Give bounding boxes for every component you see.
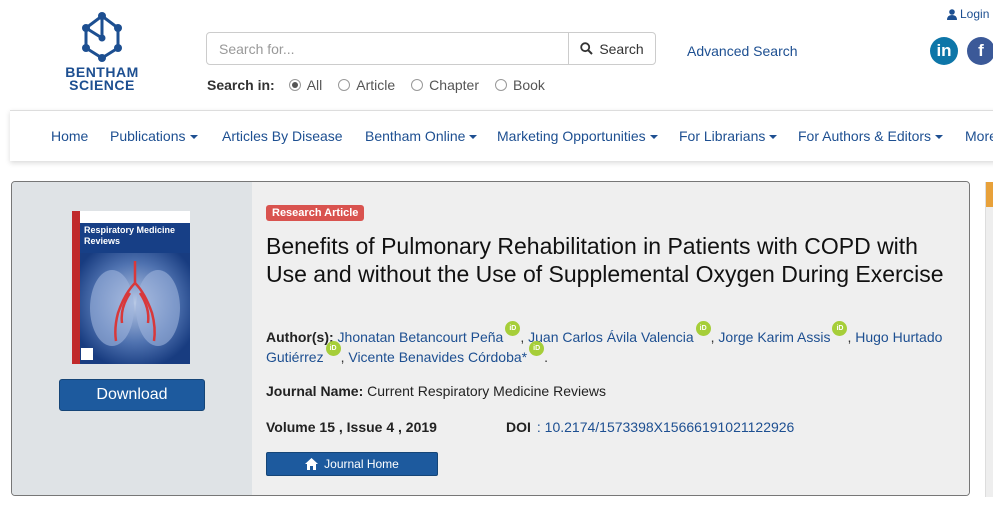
author-link[interactable]: Jorge Karim Assis [718,329,830,345]
authors-list: Author(s): Jhonatan Betancourt PeñaiD, J… [266,321,956,367]
search-input[interactable] [207,33,568,64]
orcid-icon[interactable]: iD [529,341,545,356]
orcid-icon[interactable]: iD [325,341,341,356]
nav-item-articles-by-disease[interactable]: Articles By Disease [222,128,343,144]
article-card: Respiratory Medicine Reviews Download Re… [11,181,970,496]
logo-text: BENTHAM SCIENCE [65,64,139,93]
orcid-icon[interactable]: iD [695,321,711,336]
journal-name-value: Current Respiratory Medicine Reviews [367,383,607,399]
author-link[interactable]: Juan Carlos Ávila Valencia [528,329,694,345]
search-in-options: Search in: All Article Chapter Book [207,77,561,93]
caret-down-icon [769,135,778,140]
search-button-label: Search [599,40,644,57]
caret-down-icon [189,135,198,140]
caret-down-icon [649,135,658,140]
nav-item-more[interactable]: More [965,128,993,144]
doi-row: DOI : 10.2174/1573398X15666191021122926 [506,419,794,435]
nav-item-home[interactable]: Home [51,128,88,144]
doi-label: DOI [506,419,531,435]
molecule-logo-icon [82,12,122,62]
lungs-xray-image [80,253,190,364]
publisher-logo-icon [81,348,93,360]
caret-down-icon [935,135,944,140]
nav-item-bentham-online[interactable]: Bentham Online [365,128,478,144]
home-icon [305,458,319,470]
bentham-logo[interactable]: BENTHAM SCIENCE [60,12,148,92]
linkedin-icon[interactable]: in [930,37,958,65]
download-button[interactable]: Download [59,379,205,411]
nav-item-marketing-opportunities[interactable]: Marketing Opportunities [497,128,658,144]
journal-home-button[interactable]: Journal Home [266,452,438,476]
radio-dot [411,79,424,91]
search-icon [580,42,594,55]
radio-dot [288,79,301,91]
article-cover-panel: Respiratory Medicine Reviews Download [12,182,252,495]
nav-item-for-authors-editors[interactable]: For Authors & Editors [798,128,944,144]
orcid-icon[interactable]: iD [505,321,521,336]
journal-name-row: Journal Name: Current Respiratory Medici… [266,383,606,399]
nav-item-for-librarians[interactable]: For Librarians [679,128,778,144]
nav-item-publications[interactable]: Publications [110,128,198,144]
radio-book[interactable]: Book [494,77,545,93]
radio-chapter[interactable]: Chapter [411,77,479,93]
user-icon [947,8,957,20]
radio-article[interactable]: Article [338,77,395,93]
article-details: Research Article Benefits of Pulmonary R… [252,182,969,495]
search-bar: Search [206,32,656,65]
orcid-icon[interactable]: iD [832,321,848,336]
main-navigation: Home Publications Articles By Disease Be… [10,110,993,161]
author-link[interactable]: Jhonatan Betancourt Peña [338,329,504,345]
facebook-icon[interactable]: f [967,37,993,65]
author-link[interactable]: Vicente Benavides Córdoba* [348,349,527,365]
journal-cover-image[interactable]: Respiratory Medicine Reviews [72,211,190,364]
login-link[interactable]: Login [947,7,989,21]
volume-issue-year: Volume 15 , Issue 4 , 2019 [266,419,437,435]
radio-dot [338,79,351,91]
journal-name-label: Journal Name: [266,383,364,399]
article-type-badge: Research Article [266,205,365,221]
authors-label: Author(s): [266,329,334,345]
search-button[interactable]: Search [568,33,655,64]
search-in-label: Search in: [207,77,275,93]
advanced-search-link[interactable]: Advanced Search [687,43,798,59]
caret-down-icon [469,135,478,140]
radio-dot [494,79,507,91]
radio-all[interactable]: All [288,77,322,93]
side-advertisement-strip [985,182,993,497]
cover-title: Respiratory Medicine Reviews [84,225,176,246]
article-title: Benefits of Pulmonary Rehabilitation in … [266,233,944,287]
doi-link[interactable]: : 10.2174/1573398X15666191021122926 [537,419,794,435]
